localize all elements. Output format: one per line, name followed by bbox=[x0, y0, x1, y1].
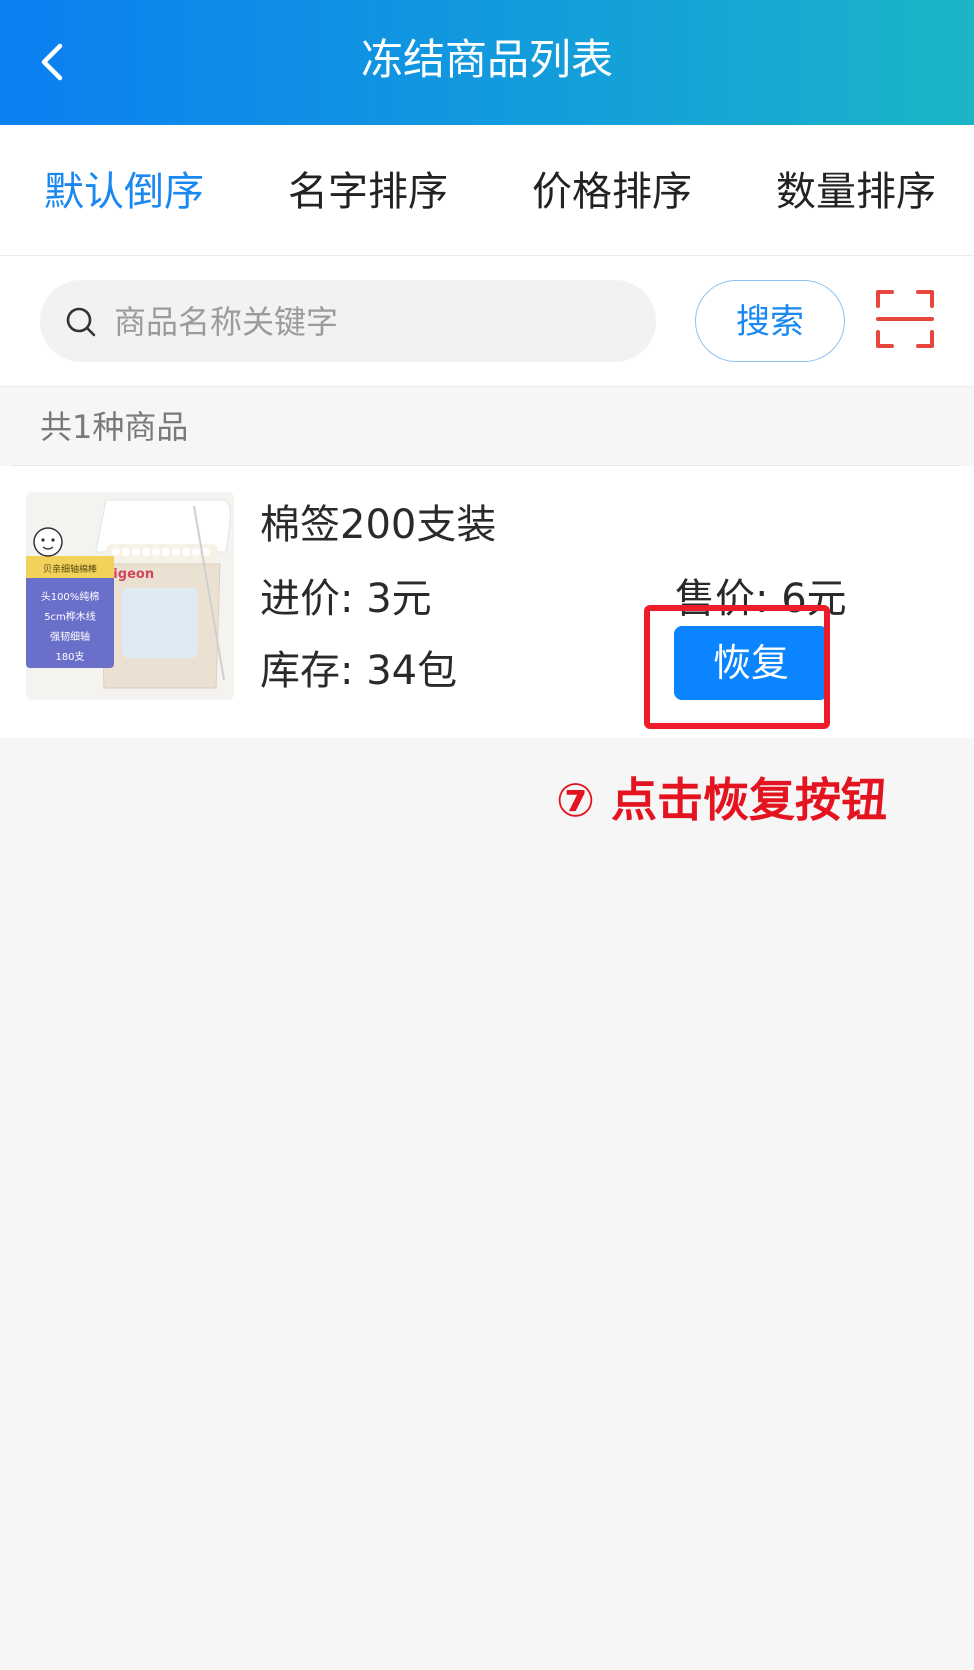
stock-quantity: 库存: 34包 bbox=[260, 648, 458, 694]
label-line-3: 强韧细轴 bbox=[50, 630, 90, 643]
product-count: 共1种商品 bbox=[40, 408, 189, 446]
product-image: pigeon 贝亲细轴棉棒 头100%纯棉 5cm桦木线 强韧细轴 180支 bbox=[26, 492, 234, 700]
sort-tabs: 默认倒序 名字排序 价格排序 数量排序 bbox=[0, 125, 974, 256]
label-line-4: 180支 bbox=[55, 651, 84, 663]
cotton-swab-package-image: pigeon 贝亲细轴棉棒 头100%纯棉 5cm桦木线 强韧细轴 180支 bbox=[26, 492, 234, 700]
label-line-2: 5cm桦木线 bbox=[44, 610, 96, 623]
tab-name-sort[interactable]: 名字排序 bbox=[288, 167, 448, 217]
page-title: 冻结商品列表 bbox=[360, 35, 613, 84]
tab-quantity-sort[interactable]: 数量排序 bbox=[776, 167, 936, 217]
tab-default-desc[interactable]: 默认倒序 bbox=[44, 167, 204, 217]
restore-button[interactable]: 恢复 bbox=[674, 626, 828, 700]
search-icon bbox=[66, 307, 96, 337]
search-input[interactable] bbox=[112, 280, 636, 364]
label-top-text: 贝亲细轴棉棒 bbox=[43, 563, 97, 575]
search-bar: 搜索 bbox=[0, 256, 974, 387]
result-summary: 共1种商品 bbox=[0, 387, 974, 465]
product-name: 棉签200支装 bbox=[260, 502, 497, 548]
tab-price-sort[interactable]: 价格排序 bbox=[532, 167, 692, 217]
search-button[interactable]: 搜索 bbox=[695, 280, 845, 362]
product-card: pigeon 贝亲细轴棉棒 头100%纯棉 5cm桦木线 强韧细轴 180支 棉… bbox=[0, 466, 974, 738]
page: 冻结商品列表 默认倒序 名字排序 价格排序 数量排序 搜索 bbox=[0, 0, 974, 1670]
sale-price: 售价: 6元 bbox=[675, 576, 847, 622]
tutorial-annotation: ⑦ 点击恢复按钮 bbox=[556, 773, 887, 827]
app-header: 冻结商品列表 bbox=[0, 0, 974, 125]
label-line-1: 头100%纯棉 bbox=[41, 590, 100, 603]
cost-price: 进价: 3元 bbox=[260, 576, 432, 622]
scan-icon[interactable] bbox=[876, 290, 934, 348]
search-field bbox=[40, 280, 656, 364]
